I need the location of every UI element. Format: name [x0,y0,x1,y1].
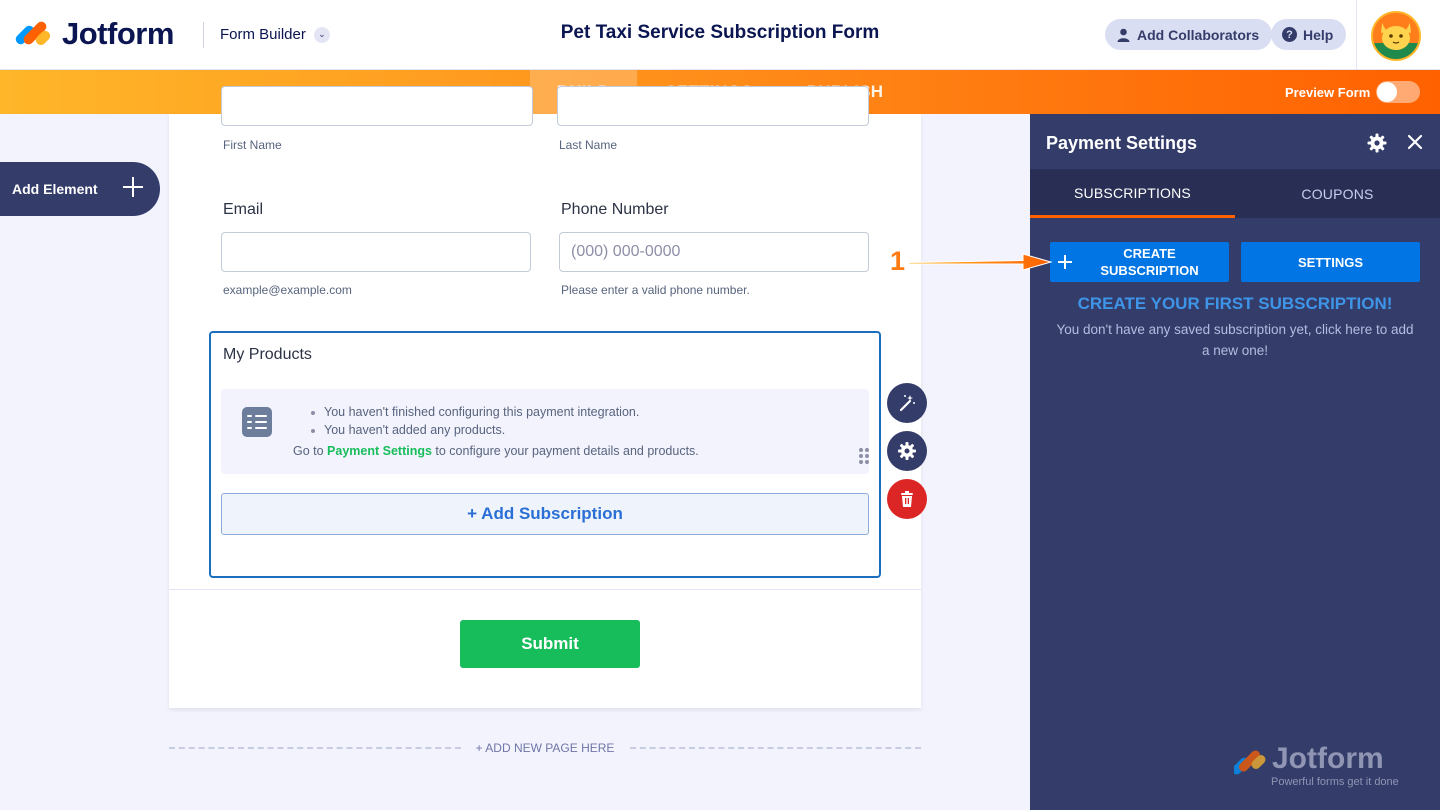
notice-goto-text: Go to Payment Settings to configure your… [293,444,699,458]
form-card: First Name Last Name Email example@examp… [169,86,921,708]
chevron-down-icon: ⌄ [313,26,330,43]
panel-header: Payment Settings [1030,114,1440,170]
empty-state-title[interactable]: CREATE YOUR FIRST SUBSCRIPTION! [1030,294,1440,314]
products-title: My Products [223,346,312,363]
phone-placeholder: (000) 000-0000 [571,243,681,260]
payment-settings-link[interactable]: Payment Settings [327,444,432,458]
panel-title: Payment Settings [1046,133,1198,153]
footer-brand: Jotform [1272,742,1384,775]
phone-label: Phone Number [561,201,669,218]
help-button[interactable]: ? Help [1271,19,1347,50]
notice-item: You haven't added any products. [309,423,639,441]
annotation-arrow-icon [908,253,1053,271]
form-builder-label: Form Builder [220,26,306,43]
goto-suffix: to configure your payment details and pr… [431,444,699,458]
create-subscription-label: CREATE SUBSCRIPTION [1100,246,1199,278]
trash-icon [901,491,913,507]
add-new-page-label: + ADD NEW PAGE HERE [475,741,615,755]
panel-footer-logo: Jotform Powerful forms get it done [1232,742,1414,792]
drag-handle-icon[interactable] [859,448,871,464]
preview-form-label: Preview Form [1285,84,1371,100]
footer-tagline: Powerful forms get it done [1271,776,1399,788]
empty-state-text[interactable]: You don't have any saved subscription ye… [1055,319,1415,361]
first-name-sublabel: First Name [223,138,282,152]
checklist-icon [242,407,272,437]
last-name-sublabel: Last Name [559,138,618,152]
payment-notice: You haven't finished configuring this pa… [221,389,869,474]
help-label: Help [1303,26,1334,43]
add-collaborators-label: Add Collaborators [1137,26,1260,43]
question-icon: ? [1282,27,1297,42]
close-icon[interactable] [1406,133,1424,151]
submit-button[interactable]: Submit [460,620,640,668]
panel-gear-icon[interactable] [1367,133,1387,153]
magic-wand-icon [899,395,915,412]
tab-subscriptions[interactable]: SUBSCRIPTIONS [1030,170,1235,218]
add-element-label: Add Element [12,181,98,197]
notice-list: You haven't finished configuring this pa… [309,405,639,441]
user-icon [1116,28,1130,42]
phone-sublabel: Please enter a valid phone number. [561,283,750,297]
add-subscription-button[interactable]: + Add Subscription [221,493,869,535]
jotform-logo[interactable]: Jotform [13,16,174,52]
add-element-button[interactable]: Add Element [0,162,160,216]
field-settings-button[interactable] [887,431,927,471]
payment-settings-panel: Payment Settings SUBSCRIPTIONS COUPONS C… [1030,114,1440,810]
form-title[interactable]: Pet Taxi Service Subscription Form [561,22,880,43]
top-header: Jotform Form Builder ⌄ Pet Taxi Service … [0,0,1440,70]
phone-field[interactable]: (000) 000-0000 [559,232,869,272]
user-avatar[interactable] [1371,11,1421,61]
panel-tabs: SUBSCRIPTIONS COUPONS [1030,170,1440,218]
jotform-logo-icon [1232,744,1268,778]
header-divider [203,22,204,48]
brand-name: Jotform [62,16,174,51]
jotform-logo-icon [13,18,53,50]
annotation-step-number: 1 [890,246,906,276]
create-subscription-button[interactable]: CREATE SUBSCRIPTION [1050,242,1229,282]
last-name-input[interactable] [557,86,869,126]
submit-divider [169,589,921,590]
form-builder-dropdown[interactable]: Form Builder ⌄ [220,26,330,43]
plus-icon [121,175,145,199]
plus-icon [1058,255,1072,269]
delete-field-button[interactable] [887,479,927,519]
preview-form-control: Preview Form [1285,70,1421,114]
email-field[interactable] [221,232,531,272]
email-label: Email [223,201,264,218]
gear-icon [898,442,916,460]
tab-coupons[interactable]: COUPONS [1235,170,1440,218]
notice-item: You haven't finished configuring this pa… [309,405,639,423]
header-divider-right [1356,0,1357,70]
preview-form-toggle[interactable] [1376,81,1421,103]
first-name-input[interactable] [221,86,533,126]
add-collaborators-button[interactable]: Add Collaborators [1105,19,1273,50]
wand-tool-button[interactable] [887,383,927,423]
subscription-settings-button[interactable]: SETTINGS [1241,242,1420,282]
add-new-page[interactable]: + ADD NEW PAGE HERE [169,740,921,756]
goto-prefix: Go to [293,444,328,458]
email-sublabel: example@example.com [223,283,352,297]
